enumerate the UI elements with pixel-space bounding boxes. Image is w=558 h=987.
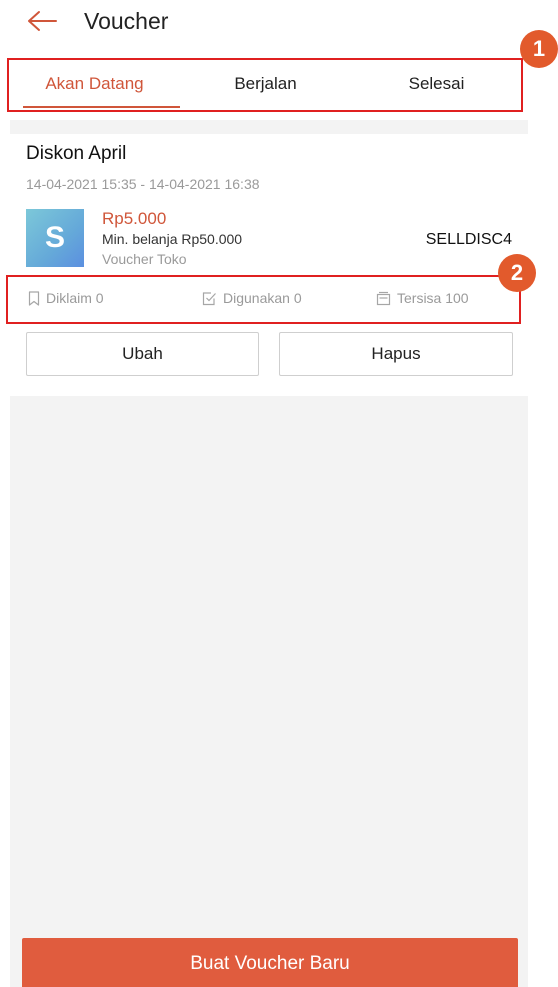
page-title: Voucher <box>84 8 169 34</box>
voucher-min-purchase: Min. belanja Rp50.000 <box>102 231 243 247</box>
annotation-badge-1: 1 <box>520 30 558 68</box>
voucher-type: Voucher Toko <box>102 251 187 267</box>
create-voucher-button[interactable]: Buat Voucher Baru <box>22 938 518 987</box>
delete-button[interactable]: Hapus <box>279 332 513 376</box>
voucher-amount: Rp5.000 <box>102 209 167 228</box>
header: Voucher <box>0 0 540 48</box>
divider <box>10 120 528 134</box>
voucher-name: Diskon April <box>26 143 127 164</box>
voucher-code: SELLDISC4 <box>425 231 512 248</box>
voucher-image: S <box>26 209 84 267</box>
voucher-page: Voucher Akan Datang Berjalan Selesai 1 D… <box>0 0 558 987</box>
dollar-icon: S <box>44 221 65 254</box>
annotation-badge-2: 2 <box>498 254 536 292</box>
back-button[interactable] <box>26 6 60 36</box>
annotation-box-stats <box>6 275 521 324</box>
annotation-box-tabs <box>7 58 523 112</box>
edit-button[interactable]: Ubah <box>26 332 259 376</box>
empty-list-area <box>10 396 528 926</box>
arrow-left-icon <box>28 11 57 31</box>
voucher-period: 14-04-2021 15:35 - 14-04-2021 16:38 <box>26 176 260 192</box>
